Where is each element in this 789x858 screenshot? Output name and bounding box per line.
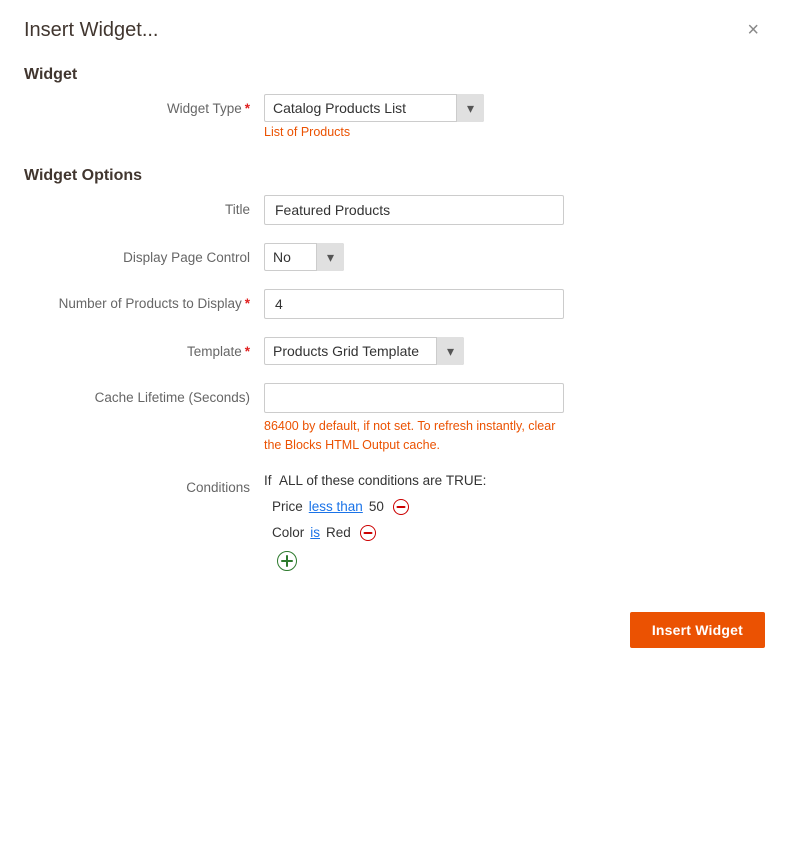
conditions-header: If ALL of these conditions are TRUE: — [264, 473, 765, 488]
condition-operator-1[interactable]: is — [310, 525, 320, 540]
condition-row-1: Color is Red — [264, 524, 765, 542]
close-button[interactable]: × — [741, 18, 765, 42]
template-label: Template* — [24, 337, 264, 359]
cache-lifetime-input[interactable] — [264, 383, 564, 413]
condition-remove-icon-0[interactable] — [392, 498, 410, 516]
add-condition-icon[interactable] — [276, 550, 298, 572]
widget-options-form: Title Display Page Control No Yes N — [0, 195, 789, 574]
num-products-label: Number of Products to Display* — [24, 289, 264, 311]
conditions-label: Conditions — [24, 473, 264, 495]
cache-lifetime-control: 86400 by default, if not set. To refresh… — [264, 383, 765, 455]
condition-attribute-0: Price — [272, 499, 303, 514]
condition-attribute-1: Color — [272, 525, 304, 540]
condition-value-1: Red — [326, 525, 351, 540]
dialog-footer: Insert Widget — [0, 592, 789, 672]
template-row: Template* Products Grid Template Product… — [24, 337, 765, 365]
condition-remove-icon-1[interactable] — [359, 524, 377, 542]
condition-operator-0[interactable]: less than — [309, 499, 363, 514]
display-page-select[interactable]: No Yes — [264, 243, 344, 271]
title-row: Title — [24, 195, 765, 225]
title-input[interactable] — [264, 195, 564, 225]
display-page-control-label: Display Page Control — [24, 243, 264, 265]
widget-type-label: Widget Type* — [24, 94, 264, 116]
widget-options-section-title: Widget Options — [0, 157, 789, 195]
conditions-row: Conditions If ALL of these conditions ar… — [24, 473, 765, 574]
conditions-block: If ALL of these conditions are TRUE: Pri… — [264, 473, 765, 574]
widget-form: Widget Type* Catalog Products List Featu… — [0, 94, 789, 139]
widget-section-title: Widget — [0, 56, 789, 94]
num-products-row: Number of Products to Display* — [24, 289, 765, 319]
title-label: Title — [24, 195, 264, 217]
cache-lifetime-row: Cache Lifetime (Seconds) 86400 by defaul… — [24, 383, 765, 455]
display-page-control-control: No Yes — [264, 243, 765, 271]
condition-value-0: 50 — [369, 499, 384, 514]
insert-widget-dialog: Insert Widget... × Widget Widget Type* C… — [0, 0, 789, 858]
cache-lifetime-hint: 86400 by default, if not set. To refresh… — [264, 417, 564, 455]
dialog-header: Insert Widget... × — [0, 0, 789, 52]
widget-type-row: Widget Type* Catalog Products List Featu… — [24, 94, 765, 139]
insert-widget-button[interactable]: Insert Widget — [630, 612, 765, 648]
add-condition-row — [264, 550, 765, 574]
num-products-control — [264, 289, 765, 319]
dialog-title: Insert Widget... — [24, 19, 159, 42]
template-control: Products Grid Template Products List Tem… — [264, 337, 765, 365]
display-page-control-row: Display Page Control No Yes — [24, 243, 765, 271]
widget-type-hint: List of Products — [264, 125, 765, 139]
display-page-select-wrapper: No Yes — [264, 243, 344, 271]
num-products-input[interactable] — [264, 289, 564, 319]
widget-type-select[interactable]: Catalog Products List Featured Products … — [264, 94, 484, 122]
cache-lifetime-label: Cache Lifetime (Seconds) — [24, 383, 264, 405]
conditions-all-link[interactable]: ALL — [279, 473, 303, 488]
condition-row-0: Price less than 50 — [264, 498, 765, 516]
template-select[interactable]: Products Grid Template Products List Tem… — [264, 337, 464, 365]
template-select-wrapper: Products Grid Template Products List Tem… — [264, 337, 464, 365]
widget-type-select-wrapper: Catalog Products List Featured Products … — [264, 94, 484, 122]
widget-type-control: Catalog Products List Featured Products … — [264, 94, 765, 139]
title-control — [264, 195, 765, 225]
